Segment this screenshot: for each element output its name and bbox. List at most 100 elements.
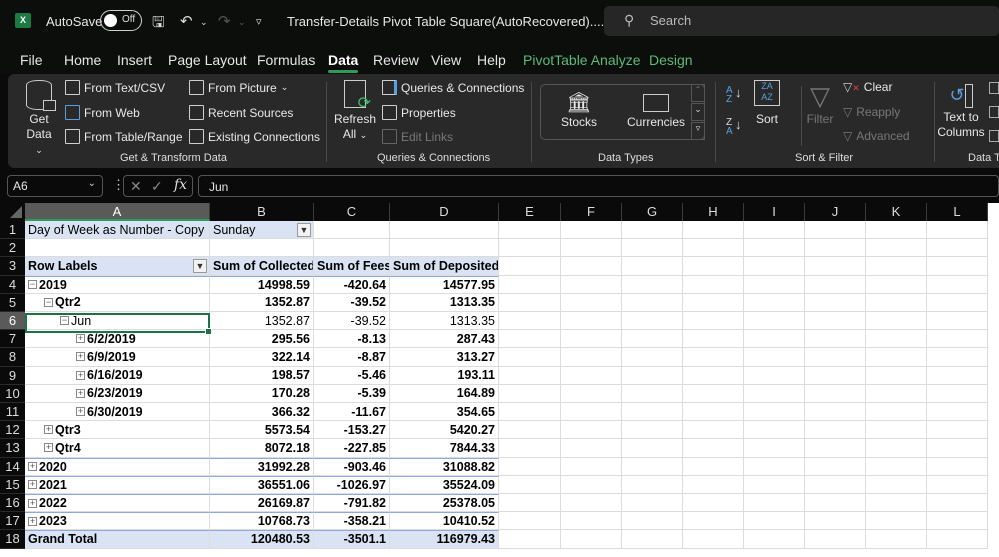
column-header-G[interactable]: G	[622, 203, 683, 221]
pivot-row-label[interactable]: + Qtr4	[25, 439, 210, 458]
collected-value[interactable]: 1352.87	[210, 293, 314, 312]
empty-cell[interactable]	[561, 457, 622, 476]
empty-cell[interactable]	[744, 530, 805, 549]
tab-pivottable-analyze[interactable]: PivotTable Analyze	[523, 52, 641, 68]
undo-dropdown-icon[interactable]: ⌄	[200, 17, 208, 28]
from-text-csv-button[interactable]: From Text/CSV	[65, 80, 165, 95]
empty-cell[interactable]	[683, 384, 744, 403]
column-header-K[interactable]: K	[866, 203, 927, 221]
empty-cell[interactable]	[805, 384, 866, 403]
fees-value[interactable]: -11.67	[314, 403, 390, 422]
empty-cell[interactable]	[866, 384, 927, 403]
empty-cell[interactable]	[683, 530, 744, 549]
tab-insert[interactable]: Insert	[117, 52, 152, 68]
empty-cell[interactable]	[622, 366, 683, 385]
empty-cell[interactable]	[683, 221, 744, 240]
empty-cell[interactable]	[622, 348, 683, 367]
stocks-button[interactable]: 🏛 Stocks	[559, 91, 599, 130]
from-table-range-button[interactable]: From Table/Range	[65, 129, 183, 144]
empty-cell[interactable]	[499, 384, 561, 403]
empty-cell[interactable]	[866, 312, 927, 331]
pivot-row-label[interactable]: − Qtr2	[25, 293, 210, 312]
pivot-row-label[interactable]: +2021	[25, 475, 210, 494]
sort-z-to-a-button[interactable]: Z A ↓	[726, 118, 742, 137]
deposited-value[interactable]: 5420.27	[390, 421, 499, 440]
empty-cell[interactable]	[683, 275, 744, 294]
row-header-9[interactable]: 9	[0, 366, 25, 385]
collected-value[interactable]: 366.32	[210, 403, 314, 422]
fees-value[interactable]: -358.21	[314, 512, 390, 531]
tab-formulas[interactable]: Formulas	[257, 52, 315, 68]
empty-cell[interactable]	[683, 348, 744, 367]
customize-toolbar-icon[interactable]: ▿	[256, 15, 262, 28]
empty-cell[interactable]	[561, 530, 622, 549]
sum-fees-header[interactable]: Sum of Fees	[314, 257, 390, 276]
empty-cell[interactable]	[561, 348, 622, 367]
pivot-filter-label[interactable]: Day of Week as Number - Copy	[25, 221, 210, 240]
deposited-value[interactable]: 164.89	[390, 384, 499, 403]
empty-cell[interactable]	[744, 239, 805, 258]
empty-cell[interactable]	[561, 494, 622, 513]
search-box[interactable]: ⚲ Search	[604, 6, 999, 36]
empty-cell[interactable]	[683, 494, 744, 513]
empty-cell[interactable]	[499, 475, 561, 494]
autosave-toggle[interactable]: Off	[100, 10, 142, 31]
empty-cell[interactable]	[499, 257, 561, 276]
fees-value[interactable]: -420.64	[314, 275, 390, 294]
empty-cell[interactable]	[683, 330, 744, 349]
deposited-value[interactable]: 35524.09	[390, 475, 499, 494]
gallery-scroll-up[interactable]: ⌃	[691, 84, 705, 102]
empty-cell[interactable]	[683, 403, 744, 422]
empty-cell[interactable]	[866, 457, 927, 476]
empty-cell[interactable]	[499, 366, 561, 385]
empty-cell[interactable]	[622, 421, 683, 440]
sort-a-to-z-button[interactable]: A Z ↓	[726, 86, 742, 105]
pivot-filter-value[interactable]: Sunday ▼	[210, 221, 314, 240]
collected-value[interactable]: 170.28	[210, 384, 314, 403]
refresh-all-button[interactable]: ⟳ Refresh All ⌄	[334, 80, 376, 143]
excel-icon[interactable]: X	[15, 13, 31, 28]
row-header-3[interactable]: 3	[0, 257, 25, 276]
empty-cell[interactable]	[866, 293, 927, 312]
collected-value[interactable]: 36551.06	[210, 475, 314, 494]
expand-icon[interactable]: +	[28, 516, 37, 526]
formula-input[interactable]: Jun	[198, 175, 999, 197]
column-header-H[interactable]: H	[683, 203, 744, 221]
row-header-10[interactable]: 10	[0, 384, 25, 403]
fees-value[interactable]: -8.87	[314, 348, 390, 367]
empty-cell[interactable]	[683, 257, 744, 276]
row-header-5[interactable]: 5	[0, 293, 25, 312]
empty-cell[interactable]	[499, 330, 561, 349]
pivot-row-label[interactable]: −2019	[25, 275, 210, 294]
row-header-12[interactable]: 12	[0, 421, 25, 440]
empty-cell[interactable]	[622, 239, 683, 258]
deposited-value[interactable]: 1313.35	[390, 312, 499, 331]
empty-cell[interactable]	[866, 239, 927, 258]
fees-value[interactable]: -1026.97	[314, 475, 390, 494]
column-header-A[interactable]: A	[25, 203, 210, 221]
fees-value[interactable]: -5.39	[314, 384, 390, 403]
empty-cell[interactable]	[805, 421, 866, 440]
empty-cell[interactable]	[499, 275, 561, 294]
row-header-13[interactable]: 13	[0, 439, 25, 458]
collected-value[interactable]: 14998.59	[210, 275, 314, 294]
clear-filter-button[interactable]: ▽✕ Clear	[843, 80, 892, 94]
data-validation-icon[interactable]	[989, 130, 999, 142]
empty-cell[interactable]	[805, 403, 866, 422]
empty-cell[interactable]	[927, 348, 988, 367]
empty-cell[interactable]	[805, 257, 866, 276]
empty-cell[interactable]	[683, 475, 744, 494]
empty-cell[interactable]	[744, 512, 805, 531]
empty-cell[interactable]	[927, 221, 988, 240]
select-all-button[interactable]	[0, 203, 25, 221]
empty-cell[interactable]	[866, 221, 927, 240]
empty-cell[interactable]	[866, 439, 927, 458]
empty-cell[interactable]	[927, 530, 988, 549]
empty-cell[interactable]	[683, 421, 744, 440]
existing-connections-button[interactable]: Existing Connections	[189, 129, 320, 144]
empty-cell[interactable]	[314, 221, 390, 240]
column-header-I[interactable]: I	[744, 203, 805, 221]
row-header-16[interactable]: 16	[0, 494, 25, 513]
grand-total-fees[interactable]: -3501.1	[314, 530, 390, 549]
get-data-button[interactable]: Get Data ⌄	[22, 80, 56, 158]
